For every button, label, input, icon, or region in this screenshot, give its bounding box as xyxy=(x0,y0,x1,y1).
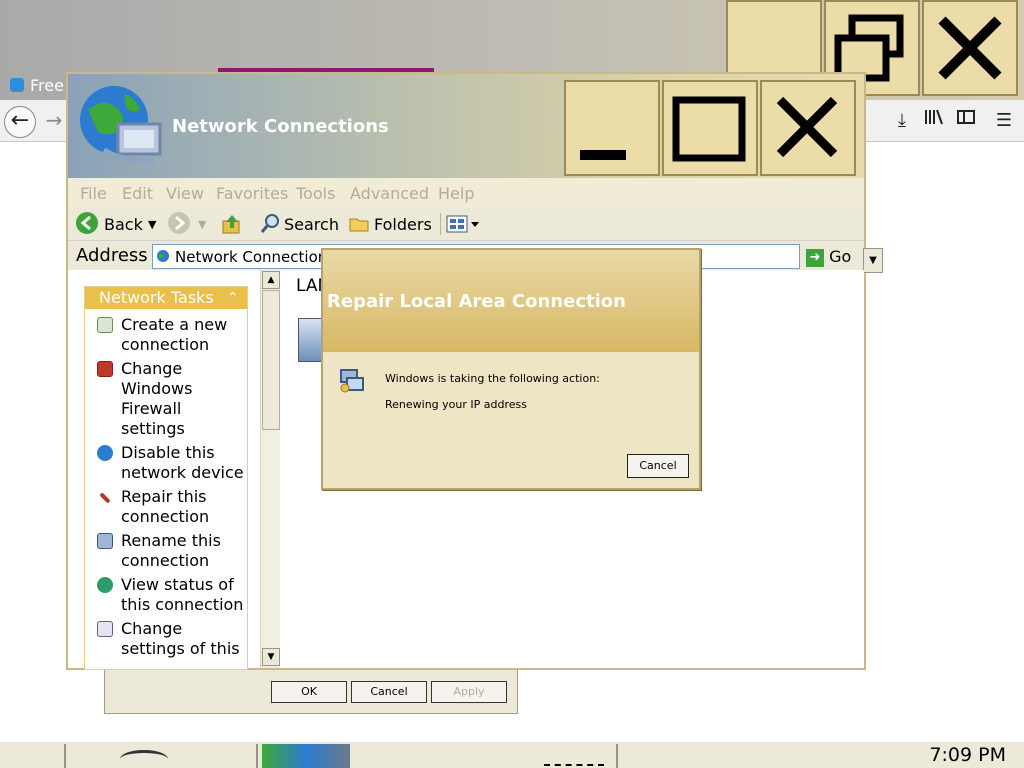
go-label: Go xyxy=(829,247,852,266)
collapse-chevron-icon[interactable]: ⌃ xyxy=(227,287,239,309)
task-label: Repair this connection xyxy=(121,487,210,526)
settings-icon xyxy=(97,621,113,637)
browser-page-area xyxy=(866,142,1024,740)
maximize-button[interactable] xyxy=(662,80,758,176)
views-icon xyxy=(446,215,479,233)
menu-favorites[interactable]: Favorites xyxy=(216,184,288,203)
close-button[interactable] xyxy=(922,0,1018,96)
menu-icon[interactable]: ☰ xyxy=(990,108,1018,134)
library-icon[interactable] xyxy=(920,108,948,134)
folders-icon xyxy=(348,213,370,233)
forward-arrow-icon[interactable] xyxy=(168,212,190,234)
address-value: Network Connections xyxy=(175,248,336,266)
rename-icon xyxy=(97,533,113,549)
repair-dialog: Repair Local Area Connection Windows is … xyxy=(321,248,701,490)
disable-network-icon xyxy=(97,445,113,461)
minimize-button[interactable] xyxy=(564,80,660,176)
scroll-thumb[interactable] xyxy=(262,290,280,430)
menu-view[interactable]: View xyxy=(166,184,204,203)
task-label: Change Windows Firewall settings xyxy=(121,359,193,438)
network-globe-icon xyxy=(80,86,162,163)
repair-dialog-titlebar[interactable]: Repair Local Area Connection xyxy=(323,250,699,352)
browser-back-button[interactable]: ← xyxy=(4,106,36,138)
standard-toolbar: Back ▼ ▼ Search Folders xyxy=(68,208,864,240)
repair-icon xyxy=(99,492,111,504)
menu-help[interactable]: Help xyxy=(438,184,474,203)
address-label: Address xyxy=(76,245,148,266)
menu-tools[interactable]: Tools xyxy=(296,184,335,203)
network-tasks-header[interactable]: Network Tasks xyxy=(85,287,247,309)
ok-button[interactable]: OK xyxy=(271,681,347,703)
scroll-down-icon[interactable]: ▼ xyxy=(262,648,280,666)
repair-action-intro: Windows is taking the following action: xyxy=(385,372,600,385)
search-icon xyxy=(260,212,282,234)
browser-tab[interactable]: Free xyxy=(30,76,64,95)
go-arrow-icon: ➜ xyxy=(806,248,824,267)
search-button[interactable]: Search xyxy=(284,215,339,234)
taskbar-app-icon[interactable] xyxy=(120,750,168,768)
folders-button[interactable]: Folders xyxy=(374,215,432,234)
download-icon[interactable]: ⤓ xyxy=(888,108,916,134)
forward-dropdown-icon[interactable]: ▼ xyxy=(198,218,206,231)
cancel-button[interactable]: Cancel xyxy=(351,681,427,703)
repair-action-detail: Renewing your IP address xyxy=(385,398,527,411)
new-connection-icon xyxy=(97,317,113,333)
taskbar-separator xyxy=(256,744,258,768)
repair-dialog-title: Repair Local Area Connection xyxy=(327,291,626,312)
task-pane: Network Tasks ⌃ Create a new connection … xyxy=(68,270,258,670)
taskbar-app-icon[interactable] xyxy=(544,756,604,766)
network-globe-small-icon xyxy=(156,249,171,264)
task-label: Rename this connection xyxy=(121,531,221,570)
scroll-up-icon[interactable]: ▲ xyxy=(262,271,280,289)
minimize-icon xyxy=(580,150,626,160)
taskbar-separator xyxy=(616,744,618,768)
menu-advanced[interactable]: Advanced xyxy=(350,184,429,203)
network-repair-icon xyxy=(340,369,364,393)
close-button[interactable] xyxy=(760,80,856,176)
up-folder-icon[interactable] xyxy=(220,212,244,236)
back-dropdown-icon[interactable]: ▼ xyxy=(148,218,156,231)
task-label: Create a new connection xyxy=(121,315,228,354)
address-dropdown-icon[interactable]: ▼ xyxy=(863,248,883,273)
network-tasks-panel: Network Tasks ⌃ Create a new connection … xyxy=(84,286,248,670)
browser-forward-button[interactable]: → xyxy=(42,108,66,132)
status-icon xyxy=(97,577,113,593)
back-arrow-icon[interactable] xyxy=(76,212,98,234)
task-label: Disable this network device xyxy=(121,443,244,482)
taskbar-separator xyxy=(64,744,66,768)
menu-file[interactable]: File xyxy=(80,184,107,203)
back-button[interactable]: Back xyxy=(104,215,143,234)
maximize-icon xyxy=(672,96,746,162)
cancel-button[interactable]: Cancel xyxy=(627,454,689,478)
firewall-icon xyxy=(97,361,113,377)
close-icon xyxy=(776,96,838,158)
task-label: Change settings of this xyxy=(121,619,240,658)
apply-button[interactable]: Apply xyxy=(431,681,507,703)
task-pane-scrollbar[interactable]: ▲ ▼ xyxy=(260,270,280,668)
task-label: View status of this connection xyxy=(121,575,244,614)
repair-dialog-body: Windows is taking the following action: … xyxy=(323,352,699,488)
close-icon xyxy=(938,16,1002,80)
taskbar-clock[interactable]: 7:09 PM xyxy=(620,742,1024,768)
tab-favicon-icon xyxy=(10,78,24,92)
window-titlebar[interactable]: Network Connections xyxy=(68,74,864,178)
taskbar-network-connections-button[interactable] xyxy=(262,744,350,768)
menu-edit[interactable]: Edit xyxy=(122,184,153,203)
window-title: Network Connections xyxy=(172,116,389,137)
go-button[interactable]: ➜ Go xyxy=(806,244,862,269)
properties-dialog: OK Cancel Apply xyxy=(104,668,518,714)
views-button[interactable] xyxy=(440,213,480,235)
sidebar-icon[interactable] xyxy=(952,108,980,134)
menu-bar: File Edit View Favorites Tools Advanced … xyxy=(68,178,864,310)
